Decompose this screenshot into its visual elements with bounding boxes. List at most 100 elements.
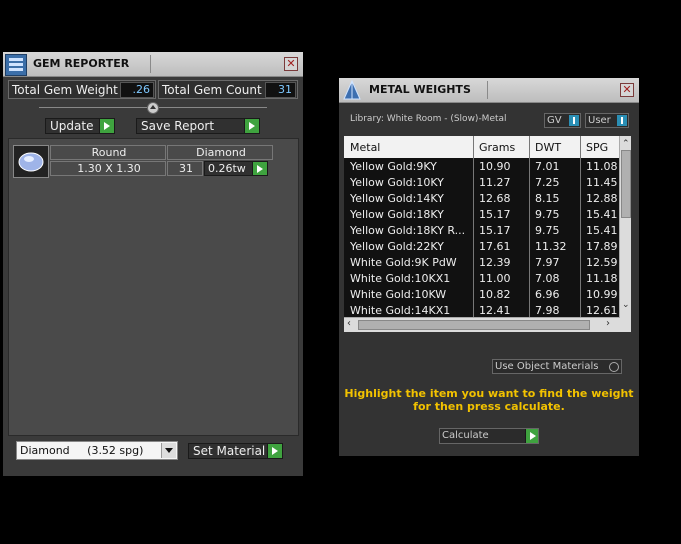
titlebar-divider [487, 81, 488, 99]
library-label: Library: White Room - (Slow)-Metal [350, 114, 507, 124]
metal-weights-titlebar[interactable]: METAL WEIGHTS ✕ [339, 78, 639, 103]
metal-table-row[interactable]: Yellow Gold:22KY 17.61 11.32 17.89 [344, 238, 620, 255]
column-divider [580, 136, 581, 332]
scrollbar-thumb[interactable] [621, 150, 631, 218]
scroll-left-icon[interactable]: ‹ [347, 318, 351, 329]
metal-name: White Gold:10KW [350, 288, 447, 301]
metal-grams: 15.17 [479, 208, 511, 221]
metal-table-row[interactable]: White Gold:10KW 10.82 6.96 10.99 [344, 286, 620, 303]
update-label: Update [50, 119, 94, 133]
column-header-dwt[interactable]: DWT [535, 141, 561, 154]
close-icon[interactable]: ✕ [284, 57, 298, 71]
metal-name: White Gold:14KX1 [350, 304, 451, 317]
close-icon[interactable]: ✕ [620, 83, 634, 97]
gv-toggle[interactable]: GV [544, 113, 581, 128]
use-object-materials-label: Use Object Materials [495, 361, 599, 372]
scrollbar-thumb[interactable] [358, 320, 590, 330]
metal-dwt: 7.01 [535, 160, 560, 173]
gem-material-cell: Diamond [167, 145, 273, 160]
metal-table-row[interactable]: White Gold:9K PdW 12.39 7.97 12.59 [344, 254, 620, 271]
user-toggle[interactable]: User [585, 113, 629, 128]
metal-spg: 12.88 [586, 192, 618, 205]
metal-table-row[interactable]: Yellow Gold:9KY 10.90 7.01 11.08 [344, 158, 620, 175]
gv-label: GV [547, 115, 562, 126]
gem-reporter-title: GEM REPORTER [33, 57, 130, 70]
diamond-icon [18, 152, 44, 172]
metal-table-header: Metal Grams DWT SPG [344, 136, 620, 158]
update-button[interactable]: Update [45, 118, 115, 134]
gem-reporter-titlebar[interactable]: GEM REPORTER ✕ [3, 52, 303, 77]
use-object-materials-toggle[interactable]: Use Object Materials [492, 359, 622, 374]
metal-name: Yellow Gold:18KY R... [350, 224, 466, 237]
calculate-button[interactable]: Calculate [439, 428, 539, 444]
metal-table-row[interactable]: Yellow Gold:18KY 15.17 9.75 15.41 [344, 206, 620, 223]
material-select[interactable]: Diamond (3.52 spg) [16, 441, 178, 460]
metal-spg: 11.45 [586, 176, 618, 189]
gem-shape: Round [91, 146, 127, 159]
metal-name: Yellow Gold:22KY [350, 240, 444, 253]
metal-spg: 15.41 [586, 224, 618, 237]
play-arrow-icon [99, 119, 114, 133]
total-gem-weight-value: .26 [120, 82, 154, 98]
gem-row[interactable]: Round Diamond 1.30 X 1.30 31 0.26tw [13, 145, 273, 178]
calculate-label: Calculate [442, 430, 489, 441]
metal-table-row[interactable]: Yellow Gold:10KY 11.27 7.25 11.45 [344, 174, 620, 191]
metal-dwt: 8.15 [535, 192, 560, 205]
metal-table-row[interactable]: Yellow Gold:14KY 12.68 8.15 12.88 [344, 190, 620, 207]
metal-weights-panel: METAL WEIGHTS ✕ Library: White Room - (S… [339, 78, 639, 456]
save-report-button[interactable]: Save Report [136, 118, 260, 134]
gem-reporter-panel: GEM REPORTER ✕ Total Gem Weight .26 Tota… [3, 52, 303, 476]
metal-grams: 12.41 [479, 304, 511, 317]
play-arrow-icon [252, 162, 267, 175]
metal-grams: 12.68 [479, 192, 511, 205]
metal-table-row[interactable]: Yellow Gold:18KY R... 15.17 9.75 15.41 [344, 222, 620, 239]
column-header-metal[interactable]: Metal [350, 141, 380, 154]
metal-grams: 15.17 [479, 224, 511, 237]
calculate-hint: Highlight the item you want to find the … [339, 387, 639, 413]
metal-grams: 12.39 [479, 256, 511, 269]
metal-grams: 11.27 [479, 176, 511, 189]
metal-dwt: 7.97 [535, 256, 560, 269]
total-gem-weight-group: Total Gem Weight .26 [8, 80, 156, 99]
metal-dwt: 6.96 [535, 288, 560, 301]
metal-dwt: 9.75 [535, 224, 560, 237]
set-material-button[interactable]: Set Material [188, 443, 283, 459]
horizontal-scrollbar[interactable]: ‹ › [344, 317, 620, 332]
metal-grams: 10.82 [479, 288, 511, 301]
metal-dwt: 9.75 [535, 208, 560, 221]
scroll-right-icon[interactable]: › [606, 318, 610, 329]
toggle-icon [617, 115, 627, 126]
metal-name: Yellow Gold:9KY [350, 160, 437, 173]
collapse-handle-icon[interactable] [147, 102, 159, 114]
metal-table-row[interactable]: White Gold:10KX1 11.00 7.08 11.18 [344, 270, 620, 287]
gem-size: 1.30 X 1.30 [77, 162, 141, 175]
scroll-down-icon[interactable]: ⌄ [622, 300, 630, 310]
metal-spg: 11.18 [586, 272, 618, 285]
vertical-scrollbar[interactable]: ⌃ ⌄ [619, 136, 631, 332]
metal-spg: 12.59 [586, 256, 618, 269]
metal-name: Yellow Gold:10KY [350, 176, 444, 189]
scroll-up-icon[interactable]: ⌃ [622, 139, 630, 149]
hint-line-2: for then press calculate. [413, 400, 565, 413]
gem-count-cell: 31 [167, 161, 203, 176]
chevron-down-icon[interactable] [161, 443, 176, 458]
column-header-spg[interactable]: SPG [586, 141, 608, 154]
metal-weights-title: METAL WEIGHTS [369, 83, 471, 96]
metal-spg: 15.41 [586, 208, 618, 221]
material-select-value: Diamond (3.52 spg) [20, 444, 144, 457]
metal-dwt: 11.32 [535, 240, 567, 253]
metal-name: Yellow Gold:14KY [350, 192, 444, 205]
metal-spg: 12.61 [586, 304, 618, 317]
gem-weight-button[interactable]: 0.26tw [204, 161, 268, 176]
total-gem-count-group: Total Gem Count 31 [158, 80, 298, 99]
hint-line-1: Highlight the item you want to find the … [344, 387, 634, 400]
metal-grams: 17.61 [479, 240, 511, 253]
gem-list-area: Round Diamond 1.30 X 1.30 31 0.26tw [8, 138, 299, 436]
total-gem-weight-label: Total Gem Weight [12, 83, 118, 97]
scale-icon [341, 79, 363, 101]
play-arrow-icon [525, 429, 538, 443]
play-arrow-icon [244, 119, 259, 133]
column-header-grams[interactable]: Grams [479, 141, 515, 154]
metal-grams: 11.00 [479, 272, 511, 285]
gem-shape-cell: Round [50, 145, 166, 160]
